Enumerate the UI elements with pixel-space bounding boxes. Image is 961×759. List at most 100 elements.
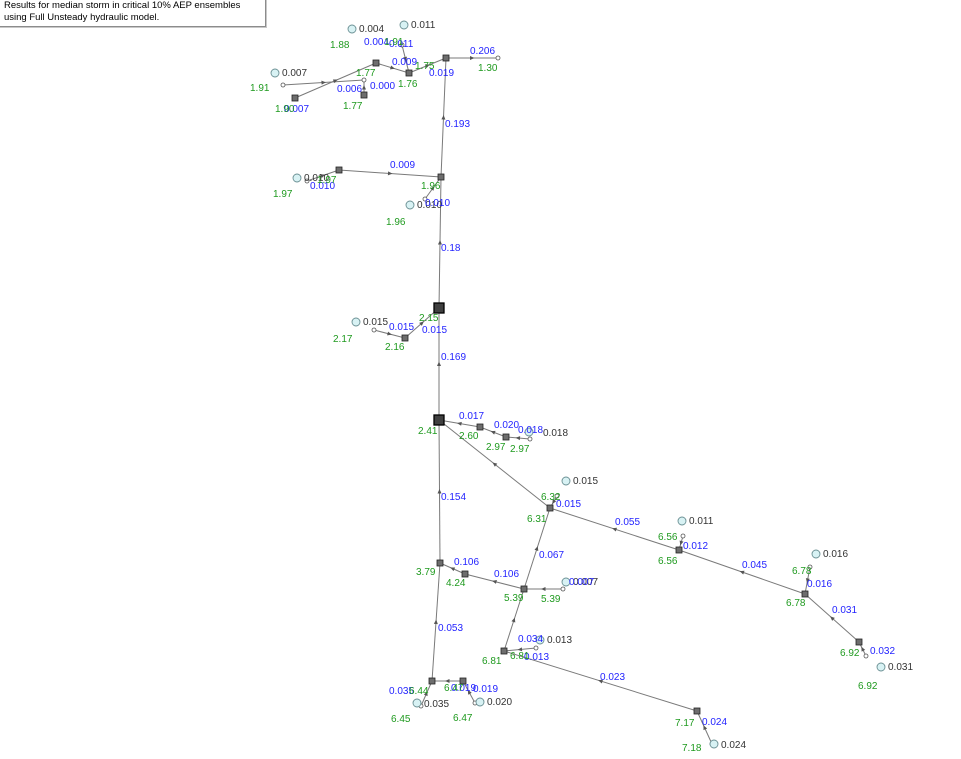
outlet-node[interactable] xyxy=(680,533,686,539)
catchment-marker[interactable] xyxy=(677,516,687,526)
water-level-label: 6.31 xyxy=(527,514,547,525)
junction-node[interactable] xyxy=(693,707,701,715)
link-flow-label: 0.024 xyxy=(702,717,727,728)
junction-node[interactable] xyxy=(476,423,484,431)
catchment-marker[interactable] xyxy=(561,476,571,486)
junction-node[interactable] xyxy=(405,69,413,77)
catchment-marker[interactable] xyxy=(351,317,361,327)
catchment-flow-label: 0.016 xyxy=(823,549,848,560)
catchment-marker[interactable] xyxy=(709,739,719,749)
junction-node[interactable] xyxy=(437,173,445,181)
water-level-label: 2.16 xyxy=(385,342,405,353)
junction-node[interactable] xyxy=(801,590,809,598)
junction-node[interactable] xyxy=(372,59,380,67)
junction-node[interactable] xyxy=(428,677,436,685)
storage-node[interactable] xyxy=(433,414,445,426)
link-flow-label: 0.007 xyxy=(569,577,594,588)
water-level-label: 1.96 xyxy=(421,181,441,192)
junction-node[interactable] xyxy=(502,433,510,441)
junction-node[interactable] xyxy=(520,585,528,593)
flow-direction-arrow xyxy=(321,80,326,85)
outlet-node[interactable] xyxy=(280,82,286,88)
water-level-label: 2.97 xyxy=(486,442,506,453)
junction-node[interactable] xyxy=(401,334,409,342)
link-flow-label: 0.067 xyxy=(539,550,564,561)
water-level-label: 2.97 xyxy=(510,444,530,455)
water-level-label: 2.15 xyxy=(419,313,439,324)
water-level-label: 1.77 xyxy=(356,68,376,79)
water-level-label: 3.79 xyxy=(416,567,436,578)
outlet-node[interactable] xyxy=(863,653,869,659)
junction-node[interactable] xyxy=(442,54,450,62)
water-level-label: 1.91 xyxy=(250,83,270,94)
water-level-label: 1.88 xyxy=(330,40,350,51)
junction-node[interactable] xyxy=(461,570,469,578)
outlet-node[interactable] xyxy=(495,55,501,61)
catchment-marker[interactable] xyxy=(405,200,415,210)
water-level-label: 1.76 xyxy=(398,79,418,90)
water-level-label: 7.17 xyxy=(675,718,695,729)
catchment-flow-label: 0.013 xyxy=(547,635,572,646)
outlet-node[interactable] xyxy=(533,645,539,651)
water-level-label: 1.75 xyxy=(415,61,435,72)
water-level-label: 6.56 xyxy=(658,556,678,567)
junction-node[interactable] xyxy=(500,647,508,655)
link-flow-label: 0.169 xyxy=(441,352,466,363)
water-level-label: 6.44 xyxy=(409,686,429,697)
junction-node[interactable] xyxy=(291,94,299,102)
link-flow-label: 0.012 xyxy=(683,541,708,552)
outlet-node[interactable] xyxy=(560,586,566,592)
catchment-flow-label: 0.020 xyxy=(487,697,512,708)
water-level-label: 1.91 xyxy=(384,37,404,48)
link-flow-label: 0.045 xyxy=(742,560,767,571)
link-flow-label: 0.034 xyxy=(518,634,543,645)
water-level-label: 2.60 xyxy=(459,431,479,442)
catchment-marker[interactable] xyxy=(811,549,821,559)
catchment-flow-label: 0.031 xyxy=(888,662,913,673)
drainage-network: 0.004 0.0110.0070.0100.0100.0150.0180.015… xyxy=(250,20,913,754)
catchment-flow-label: 0.011 xyxy=(411,20,436,31)
link-flow-label: 0.154 xyxy=(441,492,466,503)
water-level-label: 1.96 xyxy=(386,217,406,228)
storage-node[interactable] xyxy=(433,302,445,314)
link-flow-label: 0.193 xyxy=(445,119,470,130)
water-level-label: 1.97 xyxy=(273,189,293,200)
water-level-label: 1.77 xyxy=(343,101,363,112)
water-level-label: 6.78 xyxy=(792,566,812,577)
water-level-label: 1.90 xyxy=(275,104,295,115)
water-level-label: 6.81 xyxy=(510,651,530,662)
catchment-marker[interactable] xyxy=(475,697,485,707)
junction-node[interactable] xyxy=(546,504,554,512)
link-flow-label: 0.006 xyxy=(337,84,362,95)
link-flow-label: 0.000 xyxy=(370,81,395,92)
link-flow-label: 0.019 xyxy=(473,684,498,695)
water-level-label: 2.41 xyxy=(418,426,438,437)
catchment-marker[interactable] xyxy=(876,662,886,672)
link-flow-label: 0.106 xyxy=(454,557,479,568)
catchment-flow-label: 0.015 xyxy=(573,476,598,487)
water-level-label: 6.56 xyxy=(658,532,678,543)
catchment-flow-label: 0.024 xyxy=(721,740,746,751)
flow-direction-arrow xyxy=(861,646,866,652)
water-level-label: 4.24 xyxy=(446,578,466,589)
link-flow-label: 0.009 xyxy=(392,57,417,68)
water-level-label: 5.39 xyxy=(504,593,524,604)
water-level-label: 2.17 xyxy=(333,334,353,345)
junction-node[interactable] xyxy=(436,559,444,567)
flow-direction-arrow xyxy=(541,587,546,591)
junction-node[interactable] xyxy=(855,638,863,646)
outlet-node[interactable] xyxy=(527,436,533,442)
outlet-node[interactable] xyxy=(371,327,377,333)
catchment-marker[interactable] xyxy=(412,698,422,708)
junction-node[interactable] xyxy=(335,166,343,174)
link-flow-label: 0.18 xyxy=(441,243,461,254)
water-level-label: 1.97 xyxy=(317,175,337,186)
link-flow-label: 0.010 xyxy=(425,198,450,209)
catchment-flow-label: 0.011 xyxy=(689,516,714,527)
catchment-marker[interactable] xyxy=(292,173,302,183)
catchment-marker[interactable] xyxy=(399,20,409,30)
water-level-label: 6.47 xyxy=(444,683,464,694)
junction-node[interactable] xyxy=(675,546,683,554)
catchment-marker[interactable] xyxy=(347,24,357,34)
catchment-marker[interactable] xyxy=(270,68,280,78)
